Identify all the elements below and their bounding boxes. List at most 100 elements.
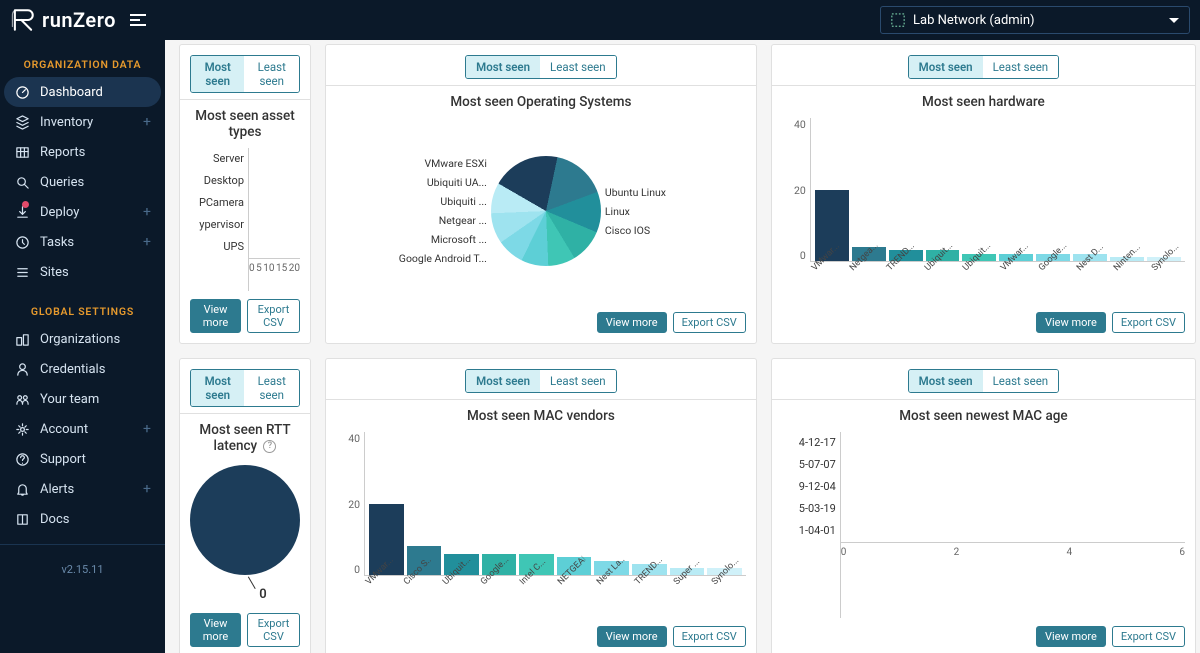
axis-label: Server	[190, 148, 244, 170]
axis-label: 5-03-19	[782, 498, 836, 520]
sidebar-item-deploy[interactable]: Deploy+	[0, 197, 165, 227]
toggle-most-seen[interactable]: Most seen	[466, 56, 540, 78]
toggle-mac-age: Most seen Least seen	[908, 369, 1060, 393]
pie-label: Microsoft ...	[431, 233, 487, 246]
toggle-least-seen[interactable]: Least seen	[983, 370, 1059, 392]
export-csv-button[interactable]: Export CSV	[673, 626, 746, 647]
view-more-button[interactable]: View more	[190, 299, 241, 333]
toggle-most-seen[interactable]: Most seen	[191, 56, 244, 92]
axis-tick: 15	[276, 263, 287, 274]
pie-label: Ubiquiti ...	[440, 195, 486, 208]
sidebar-item-reports[interactable]: Reports	[0, 137, 165, 167]
plus-icon[interactable]: +	[143, 421, 151, 437]
list-icon	[14, 264, 30, 280]
book-icon	[14, 511, 30, 527]
axis-tick: 20	[794, 184, 806, 197]
gauge-icon	[14, 84, 30, 100]
sidebar-item-label: Inventory	[40, 115, 93, 130]
sidebar: ORGANIZATION DATA DashboardInventory+Rep…	[0, 40, 165, 653]
axis-tick: 6	[1179, 547, 1185, 558]
card-title: Most seen hardware	[782, 94, 1185, 110]
card-rtt-latency: Most seen Least seen Most seen RTT laten…	[179, 358, 311, 653]
toggle-most-seen[interactable]: Most seen	[466, 370, 540, 392]
plus-icon[interactable]: +	[143, 481, 151, 497]
axis-label: UPS	[190, 236, 244, 258]
axis-label: 5-07-07	[782, 454, 836, 476]
axis-tick: 0	[249, 263, 255, 274]
toggle-most-seen[interactable]: Most seen	[191, 370, 244, 406]
plus-icon[interactable]: +	[143, 234, 151, 250]
axis-tick: 2	[954, 547, 960, 558]
toggle-least-seen[interactable]: Least seen	[983, 56, 1059, 78]
sidebar-item-dashboard[interactable]: Dashboard	[4, 77, 161, 107]
export-csv-button[interactable]: Export CSV	[1112, 312, 1185, 333]
sidebar-item-label: Docs	[40, 512, 69, 527]
axis-label: 9-12-04	[782, 476, 836, 498]
axis-tick: 40	[348, 432, 360, 445]
layers-icon	[14, 114, 30, 130]
toggle-rtt: Most seen Least seen	[190, 369, 300, 407]
main-content: Most seen Least seen Most seen asset typ…	[165, 40, 1200, 653]
sidebar-item-tasks[interactable]: Tasks+	[0, 227, 165, 257]
sidebar-item-label: Dashboard	[40, 85, 103, 100]
view-more-button[interactable]: View more	[597, 312, 667, 333]
view-more-button[interactable]: View more	[597, 626, 667, 647]
toggle-least-seen[interactable]: Least seen	[540, 370, 616, 392]
card-title: Most seen RTT latency ?	[190, 422, 300, 454]
view-more-button[interactable]: View more	[190, 613, 241, 647]
axis-tick: 10	[263, 263, 274, 274]
org-selector-dropdown[interactable]: Lab Network (admin)	[880, 6, 1190, 34]
axis-tick: 0	[841, 547, 847, 558]
org-icon	[14, 331, 30, 347]
search-icon	[14, 174, 30, 190]
export-csv-button[interactable]: Export CSV	[1112, 626, 1185, 647]
sidebar-item-account[interactable]: Account +	[0, 414, 165, 444]
toggle-hardware: Most seen Least seen	[908, 55, 1060, 79]
sidebar-item-alerts[interactable]: Alerts +	[0, 474, 165, 504]
notification-dot-icon	[22, 201, 29, 208]
bubble	[190, 465, 300, 575]
export-csv-button[interactable]: Export CSV	[247, 299, 300, 333]
sidebar-item-label: Alerts	[40, 482, 74, 497]
pie-label: Ubiquiti UA...	[427, 176, 487, 189]
sidebar-item-credentials[interactable]: Credentials	[0, 354, 165, 384]
sidebar-item-docs[interactable]: Docs	[0, 504, 165, 534]
view-more-button[interactable]: View more	[1036, 312, 1106, 333]
sidebar-item-label: Account	[40, 422, 88, 437]
sidebar-item-inventory[interactable]: Inventory +	[0, 107, 165, 137]
view-more-button[interactable]: View more	[1036, 626, 1106, 647]
card-operating-systems: Most seen Least seen Most seen Operating…	[325, 44, 757, 344]
toggle-least-seen[interactable]: Least seen	[244, 56, 299, 92]
sidebar-item-label: Support	[40, 452, 86, 467]
axis-tick: 40	[794, 118, 806, 131]
axis-tick: 0	[800, 249, 806, 262]
card-mac-vendors: Most seen Least seen Most seen MAC vendo…	[325, 358, 757, 653]
menu-toggle-icon[interactable]	[130, 14, 146, 26]
sidebar-item-support[interactable]: Support	[0, 444, 165, 474]
brand-name: runZero	[42, 8, 116, 32]
top-header: runZero Lab Network (admin)	[0, 0, 1200, 40]
toggle-most-seen[interactable]: Most seen	[909, 370, 983, 392]
sidebar-section-global: GLOBAL SETTINGS	[0, 287, 165, 324]
plus-icon[interactable]: +	[143, 114, 151, 130]
sidebar-item-your-team[interactable]: Your team	[0, 384, 165, 414]
sidebar-item-queries[interactable]: Queries	[0, 167, 165, 197]
sidebar-item-label: Reports	[40, 145, 85, 160]
export-csv-button[interactable]: Export CSV	[673, 312, 746, 333]
toggle-least-seen[interactable]: Least seen	[244, 370, 299, 406]
sidebar-item-label: Organizations	[40, 332, 120, 347]
help-icon	[14, 451, 30, 467]
card-title: Most seen MAC vendors	[336, 408, 746, 424]
axis-tick: 5	[256, 263, 262, 274]
card-title: Most seen asset types	[190, 108, 300, 140]
toggle-least-seen[interactable]: Least seen	[540, 56, 616, 78]
toggle-asset-types: Most seen Least seen	[190, 55, 300, 93]
bubble-label: 0	[259, 587, 266, 602]
plus-icon[interactable]: +	[143, 204, 151, 220]
help-icon[interactable]: ?	[263, 440, 276, 453]
sidebar-item-organizations[interactable]: Organizations	[0, 324, 165, 354]
toggle-most-seen[interactable]: Most seen	[909, 56, 983, 78]
export-csv-button[interactable]: Export CSV	[247, 613, 300, 647]
axis-label: 1-04-01	[782, 520, 836, 542]
sidebar-item-sites[interactable]: Sites	[0, 257, 165, 287]
